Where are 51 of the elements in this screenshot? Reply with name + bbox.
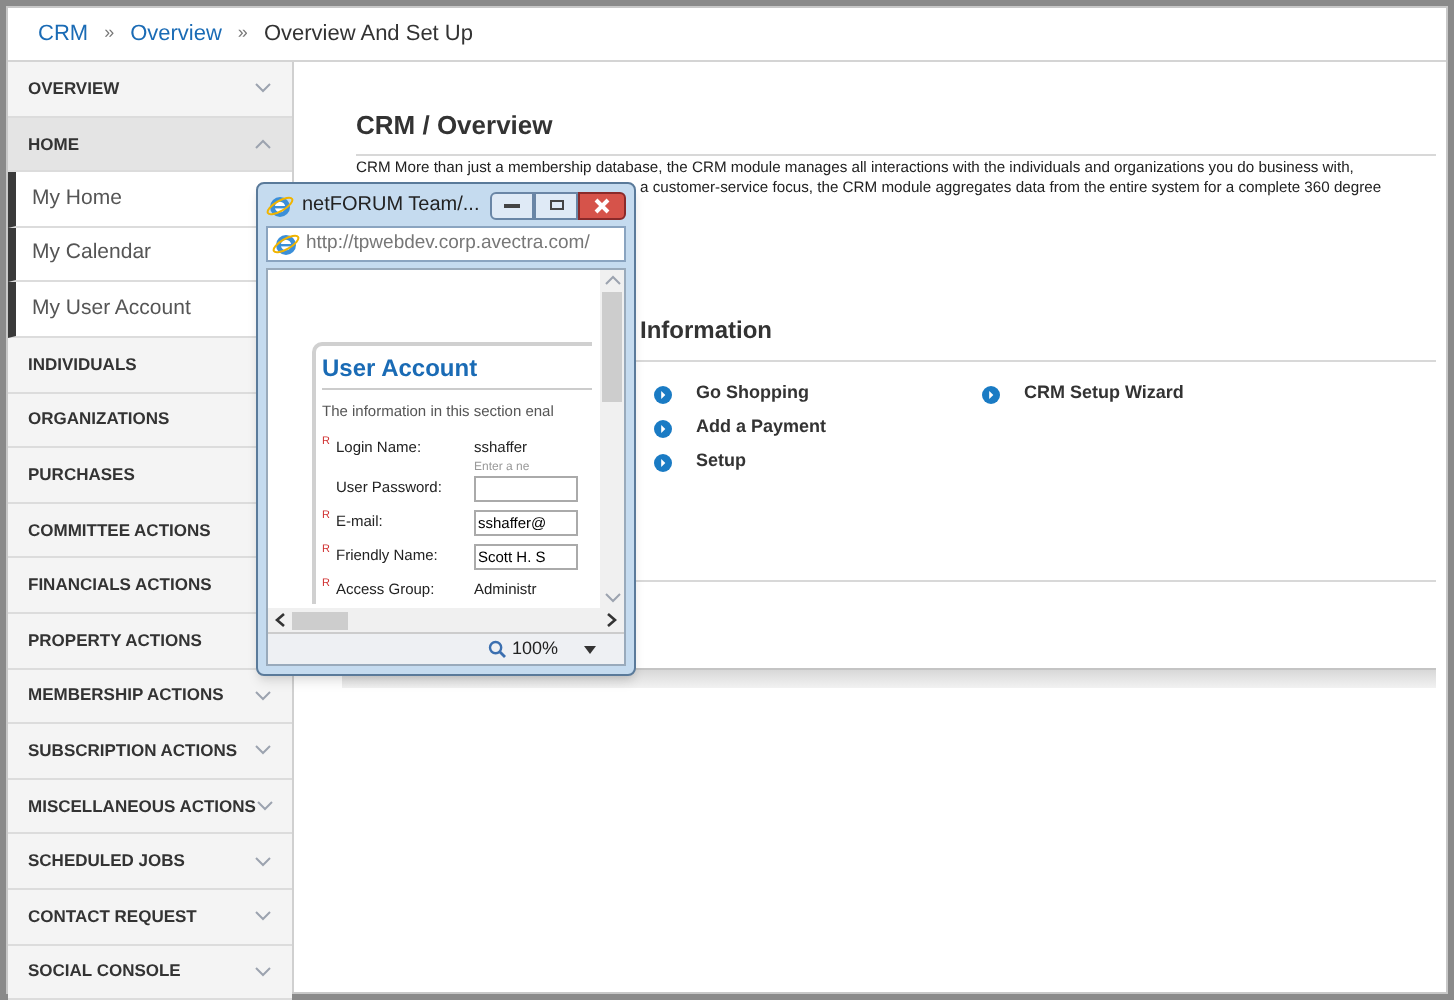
browser-icon xyxy=(272,230,300,258)
breadcrumb-link[interactable]: Overview xyxy=(130,17,222,51)
close-icon xyxy=(594,197,610,213)
chevron-down-icon xyxy=(254,965,272,978)
breadcrumb-current: Overview And Set Up xyxy=(263,19,473,50)
quick-link[interactable]: Go Shopping xyxy=(696,380,809,408)
breadcrumb-separator: » xyxy=(237,20,248,47)
address-bar: http://tpwebdev.corp.avectra.com/ xyxy=(266,226,626,262)
section-title: Information xyxy=(640,315,772,343)
page-title: CRM / Overview xyxy=(356,106,1436,155)
sidebar-item[interactable]: SUBSCRIPTION ACTIONS xyxy=(8,724,292,780)
chevron-down-icon xyxy=(255,800,274,813)
input-field[interactable] xyxy=(474,476,578,503)
quick-link[interactable]: Setup xyxy=(696,448,747,476)
chevron-up-icon xyxy=(254,137,272,150)
panel-title: User Account xyxy=(322,350,592,390)
chevron-up-icon xyxy=(603,274,621,286)
chevron-down-icon xyxy=(254,82,272,95)
chevron-down-icon xyxy=(254,910,272,923)
zoom-level: 100% xyxy=(511,635,558,662)
arrow-circle-icon xyxy=(654,453,672,471)
sidebar-item[interactable]: MISCELLANEOUS ACTIONS xyxy=(8,779,292,835)
restore-button[interactable] xyxy=(534,191,578,219)
quick-link[interactable]: Add a Payment xyxy=(696,414,827,442)
scroll-right-icon xyxy=(606,612,618,628)
sidebar-item[interactable]: SOCIAL CONSOLE xyxy=(8,945,292,1000)
sidebar-item[interactable]: MEMBERSHIP ACTIONS xyxy=(8,669,292,725)
arrow-circle-icon xyxy=(982,385,1000,403)
breadcrumb-link[interactable]: CRM xyxy=(38,17,89,51)
scroll-left-icon xyxy=(274,612,286,628)
sidebar-item[interactable]: HOME xyxy=(8,117,292,173)
quick-link[interactable]: CRM Setup Wizard xyxy=(1024,380,1184,408)
window-title: netFORUM Team/... xyxy=(302,192,480,220)
chevron-down-icon xyxy=(603,592,621,604)
chevron-down-icon xyxy=(254,689,272,702)
minimize-button[interactable] xyxy=(490,191,534,219)
arrow-circle-icon xyxy=(654,419,672,437)
browser-icon xyxy=(266,191,294,219)
close-button[interactable] xyxy=(578,191,626,219)
breadcrumb-separator: » xyxy=(104,20,115,47)
zoom-icon xyxy=(487,640,506,658)
dropdown-caret-icon[interactable] xyxy=(584,645,596,653)
horizontal-scrollbar[interactable] xyxy=(268,608,624,632)
sidebar-item[interactable]: SCHEDULED JOBS xyxy=(8,834,292,890)
chevron-down-icon xyxy=(254,855,272,868)
sidebar-item[interactable]: OVERVIEW xyxy=(8,62,292,118)
vertical-scrollbar[interactable] xyxy=(600,270,624,608)
scroll-thumb[interactable] xyxy=(292,611,348,629)
arrow-circle-icon xyxy=(654,385,672,403)
chevron-down-icon xyxy=(254,744,272,757)
sidebar-item[interactable]: CONTACT REQUEST xyxy=(8,889,292,945)
